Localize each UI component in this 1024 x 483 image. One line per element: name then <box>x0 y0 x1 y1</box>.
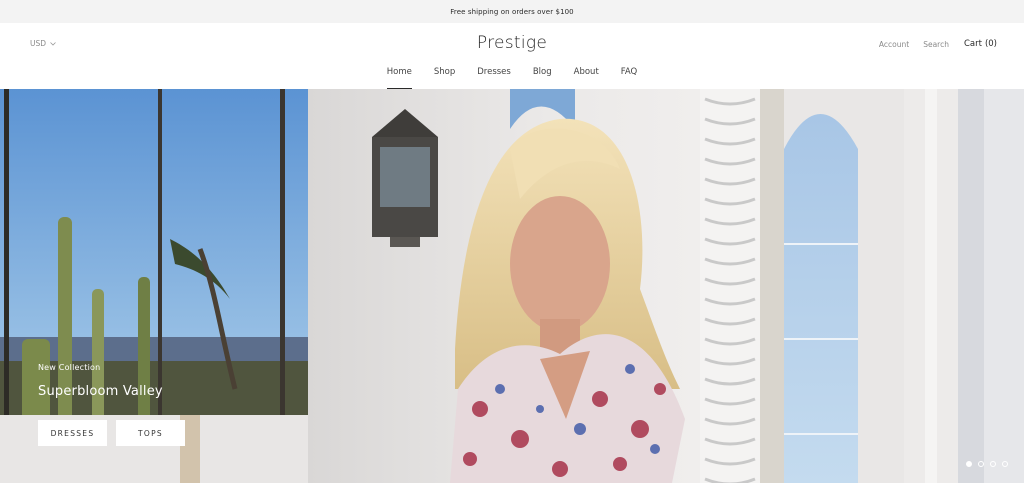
hero-buttons: DRESSES TOPS <box>38 420 185 446</box>
tops-button[interactable]: TOPS <box>116 420 185 446</box>
slideshow-dots <box>966 461 1008 467</box>
nav-item-shop[interactable]: Shop <box>423 67 466 89</box>
announcement-bar: Free shipping on orders over $100 <box>0 0 1024 23</box>
announcement-text: Free shipping on orders over $100 <box>450 7 574 16</box>
nav-item-home[interactable]: Home <box>376 67 423 89</box>
nav-item-faq[interactable]: FAQ <box>610 67 648 89</box>
slide-dot-2[interactable] <box>978 461 984 467</box>
main-nav: Home Shop Dresses Blog About FAQ <box>0 67 1024 89</box>
nav-item-about[interactable]: About <box>563 67 610 89</box>
nav-item-dresses[interactable]: Dresses <box>466 67 522 89</box>
site-header: USD Prestige Account Search Cart (0) Hom… <box>0 23 1024 89</box>
account-link[interactable]: Account <box>879 40 909 49</box>
hero-caption: New Collection Superbloom Valley <box>38 363 163 399</box>
hero-slideshow: New Collection Superbloom Valley DRESSES… <box>0 89 1024 483</box>
dresses-button[interactable]: DRESSES <box>38 420 107 446</box>
cart-count: (0) <box>984 39 997 49</box>
slide-dot-3[interactable] <box>990 461 996 467</box>
slide-dot-4[interactable] <box>1002 461 1008 467</box>
cart-link[interactable]: Cart (0) <box>964 39 997 49</box>
search-link[interactable]: Search <box>923 40 949 49</box>
header-actions: Account Search Cart (0) <box>865 39 997 49</box>
hero-title: Superbloom Valley <box>38 384 163 399</box>
hero-subtitle: New Collection <box>38 363 101 372</box>
cart-label: Cart <box>963 39 982 49</box>
nav-item-blog[interactable]: Blog <box>522 67 563 89</box>
slide-dot-1[interactable] <box>966 461 972 467</box>
